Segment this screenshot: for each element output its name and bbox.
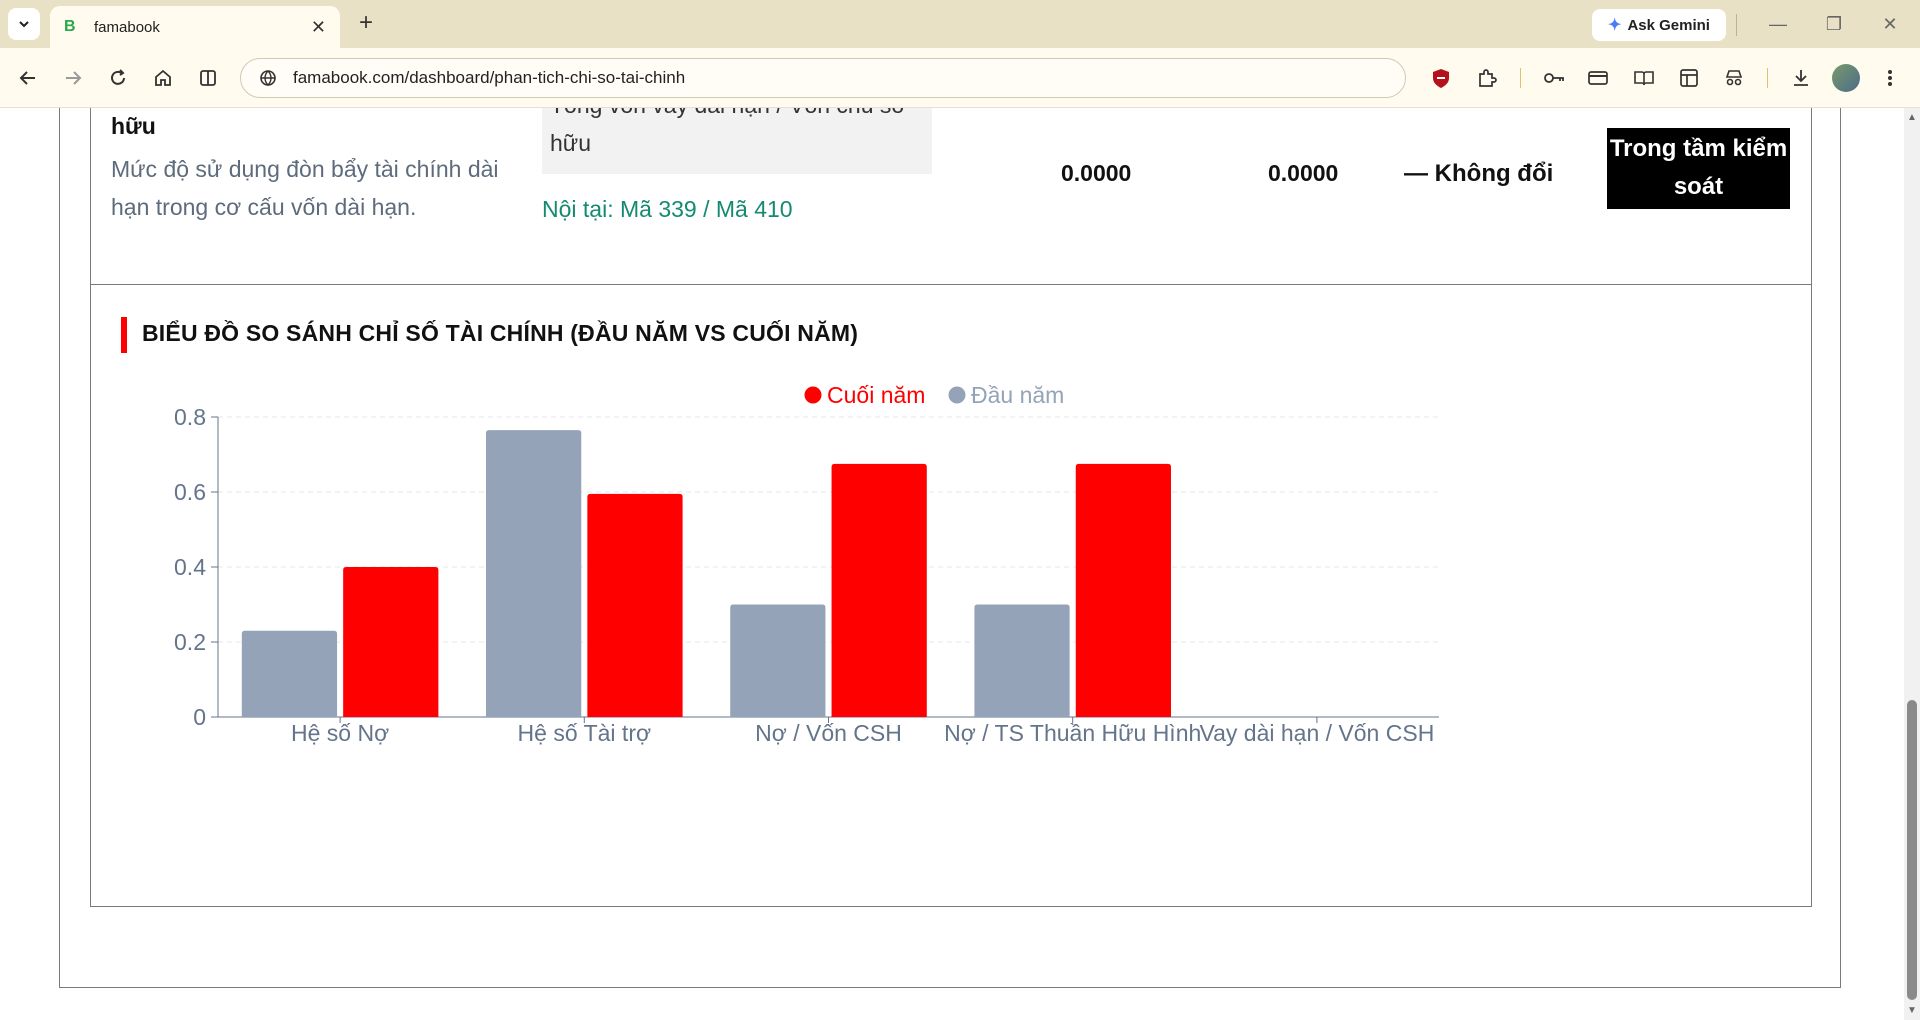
x-tick-label: Hệ số Tài trợ <box>518 720 652 746</box>
ask-gemini-button[interactable]: ✦ Ask Gemini <box>1592 9 1726 41</box>
gemini-sparkle-icon: ✦ <box>1608 17 1622 34</box>
tab-strip: B famabook ✕ + ✦ Ask Gemini — ❐ ✕ <box>0 0 1920 48</box>
bar-cuoi-nam <box>831 463 927 717</box>
bar-dau-nam <box>974 604 1070 717</box>
new-tab-button[interactable]: + <box>352 10 380 38</box>
forward-arrow-icon[interactable] <box>57 62 89 94</box>
toolbar: famabook.com/dashboard/phan-tich-chi-so-… <box>0 48 1920 108</box>
ratio-value-end: 0.0000 <box>1268 160 1339 186</box>
x-tick-label: Vay dài hạn / Vốn CSH <box>1199 720 1434 746</box>
legend-label: Đầu năm <box>971 382 1064 408</box>
back-arrow-icon[interactable] <box>12 62 44 94</box>
ratio-name: hữu <box>111 113 156 139</box>
bar-dau-nam <box>730 604 826 717</box>
divider <box>1520 68 1521 88</box>
y-tick-label: 0.6 <box>174 479 206 505</box>
home-icon[interactable] <box>147 62 179 94</box>
y-tick-label: 0.8 <box>174 404 206 430</box>
ratio-description: Mức độ sử dụng đòn bẩy tài chính dài hạn… <box>111 156 499 220</box>
bar-cuoi-nam <box>1075 463 1171 717</box>
divider <box>1767 68 1768 88</box>
bar-cuoi-nam <box>343 567 439 717</box>
chart-card: BIỂU ĐỒ SO SÁNH CHỈ SỐ TÀI CHÍNH (ĐẦU NĂ… <box>90 284 1812 907</box>
credit-card-icon[interactable] <box>1584 64 1612 92</box>
download-icon[interactable] <box>1787 64 1815 92</box>
bar-dau-nam <box>486 430 582 717</box>
ratio-value-begin: 0.0000 <box>1061 160 1132 186</box>
ratio-formula-text: Tổng vốn vay dài hạn / Vốn chủ sở hữu <box>550 108 906 156</box>
key-icon[interactable] <box>1540 64 1568 92</box>
window-close-icon[interactable]: ✕ <box>1870 10 1910 38</box>
table-icon[interactable] <box>1675 64 1703 92</box>
bar-chart: 0 0.2 0.4 0.6 0.8 Hệ số Nợ Hệ số Tài trợ Nợ / V… <box>174 382 1439 746</box>
url-text: famabook.com/dashboard/phan-tich-chi-so-… <box>293 68 686 87</box>
favicon-icon: B <box>64 18 76 35</box>
page-viewport: hữu Mức độ sử dụng đòn bẩy tài chính dài… <box>0 108 1904 1020</box>
scroll-down-arrow-icon[interactable]: ▼ <box>1907 1005 1917 1016</box>
ratio-formula-code: Nội tại: Mã 339 / Mã 410 <box>542 196 793 222</box>
chevron-down-icon <box>19 21 29 28</box>
bar-dau-nam <box>241 630 338 717</box>
scroll-up-arrow-icon[interactable]: ▲ <box>1907 112 1917 123</box>
legend-marker <box>948 386 966 404</box>
y-tick-label: 0 <box>193 704 206 730</box>
bar-cuoi-nam <box>587 493 683 717</box>
incognito-icon[interactable] <box>1720 64 1748 92</box>
puzzle-extension-icon[interactable] <box>1473 64 1501 92</box>
ratio-change: — Không đổi <box>1404 160 1554 187</box>
shield-extension-icon[interactable] <box>1427 64 1455 92</box>
split-view-icon[interactable] <box>192 62 224 94</box>
divider <box>1736 14 1737 36</box>
restore-icon[interactable]: ❐ <box>1814 10 1854 38</box>
y-tick-label: 0.4 <box>174 554 206 580</box>
status-badge: Trong tầm kiểm soát <box>1607 128 1790 209</box>
close-icon[interactable]: ✕ <box>311 17 326 38</box>
x-tick-label: Nợ / Vốn CSH <box>755 720 902 746</box>
site-info-icon[interactable] <box>257 67 279 89</box>
tab-search-button[interactable] <box>8 8 40 40</box>
x-tick-label: Hệ số Nợ <box>291 720 389 746</box>
x-tick-label: Nợ / TS Thuần Hữu Hình <box>944 720 1201 746</box>
legend-marker <box>804 386 822 404</box>
ask-gemini-label: Ask Gemini <box>1627 16 1710 34</box>
y-tick-label: 0.2 <box>174 629 206 655</box>
legend-label: Cuối năm <box>827 382 925 408</box>
scrollbar[interactable]: ▲ ▼ <box>1904 108 1920 1020</box>
ratio-formula: Tổng vốn vay dài hạn / Vốn chủ sở hữu <box>542 108 932 174</box>
reload-icon[interactable] <box>102 62 134 94</box>
more-menu-icon[interactable] <box>1876 64 1904 92</box>
scrollbar-thumb[interactable] <box>1907 700 1917 1000</box>
avatar[interactable] <box>1832 64 1860 92</box>
browser-tab-active[interactable]: B famabook ✕ <box>50 6 340 48</box>
address-bar[interactable]: famabook.com/dashboard/phan-tich-chi-so-… <box>240 58 1406 98</box>
minimize-icon[interactable]: — <box>1758 10 1798 38</box>
tab-title: famabook <box>94 18 160 36</box>
reading-mode-icon[interactable] <box>1630 64 1658 92</box>
